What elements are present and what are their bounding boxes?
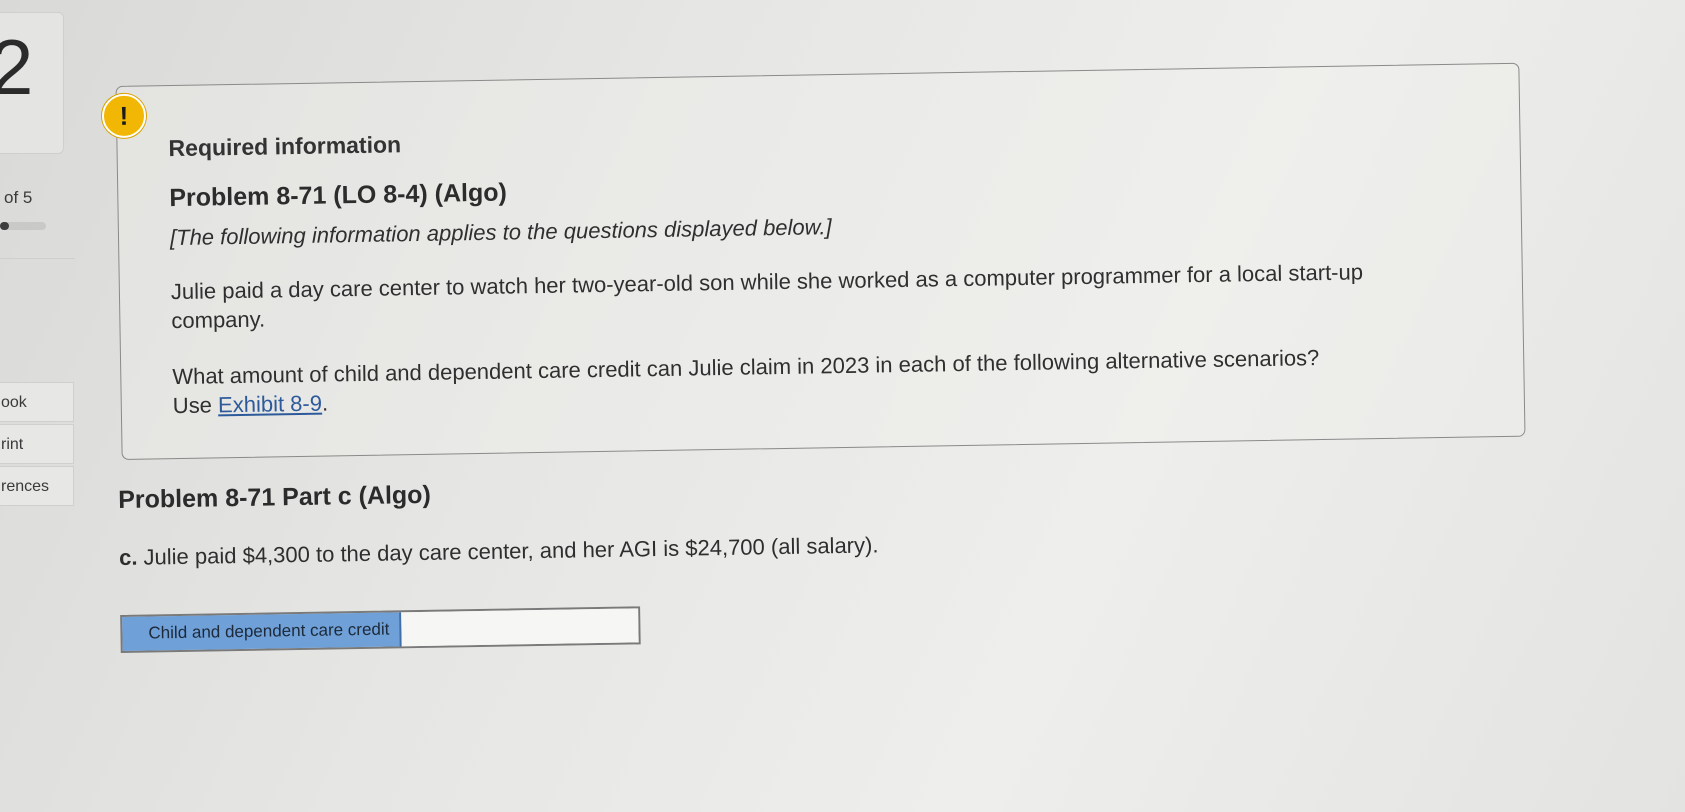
question-progress-fill xyxy=(0,222,10,230)
use-prefix: Use xyxy=(172,392,219,418)
print-button[interactable]: rint xyxy=(0,424,74,464)
answer-row: Child and dependent care credit xyxy=(120,606,641,653)
ebook-button[interactable]: ook xyxy=(0,382,74,422)
question-number: 2 xyxy=(0,23,34,111)
info-note: [The following information applies to th… xyxy=(169,214,832,251)
credit-amount-input[interactable] xyxy=(401,608,639,647)
references-button[interactable]: rences xyxy=(0,466,74,506)
problem-title: Problem 8-71 (LO 8-4) (Algo) xyxy=(169,178,508,213)
sidebar-divider xyxy=(0,258,75,259)
card-content: Required information Problem 8-71 (LO 8-… xyxy=(168,114,1473,447)
part-c-question: c. Julie paid $4,300 to the day care cent… xyxy=(119,530,1019,571)
scenario-text: Julie paid a day care center to watch he… xyxy=(170,259,1364,334)
part-c-question-text: Julie paid $4,300 to the day care center… xyxy=(143,532,879,570)
answer-label: Child and dependent care credit xyxy=(122,612,402,651)
use-suffix: . xyxy=(321,390,329,416)
question-sidebar: 2 of 5 ook rint rences xyxy=(0,0,78,812)
exhibit-link[interactable]: Exhibit 8-9 xyxy=(218,390,322,417)
question-count: of 5 xyxy=(4,188,33,207)
part-c-title: Problem 8-71 Part c (Algo) xyxy=(118,480,431,514)
required-information-card: ! Required information Problem 8-71 (LO … xyxy=(101,33,1527,464)
question-text: What amount of child and dependent care … xyxy=(172,344,1320,389)
part-c-section: Problem 8-71 Part c (Algo) c. Julie paid … xyxy=(118,471,1021,653)
part-c-label: c. xyxy=(118,544,138,570)
question-text-block: What amount of child and dependent care … xyxy=(172,341,1443,421)
question-progress-bar xyxy=(0,222,46,230)
